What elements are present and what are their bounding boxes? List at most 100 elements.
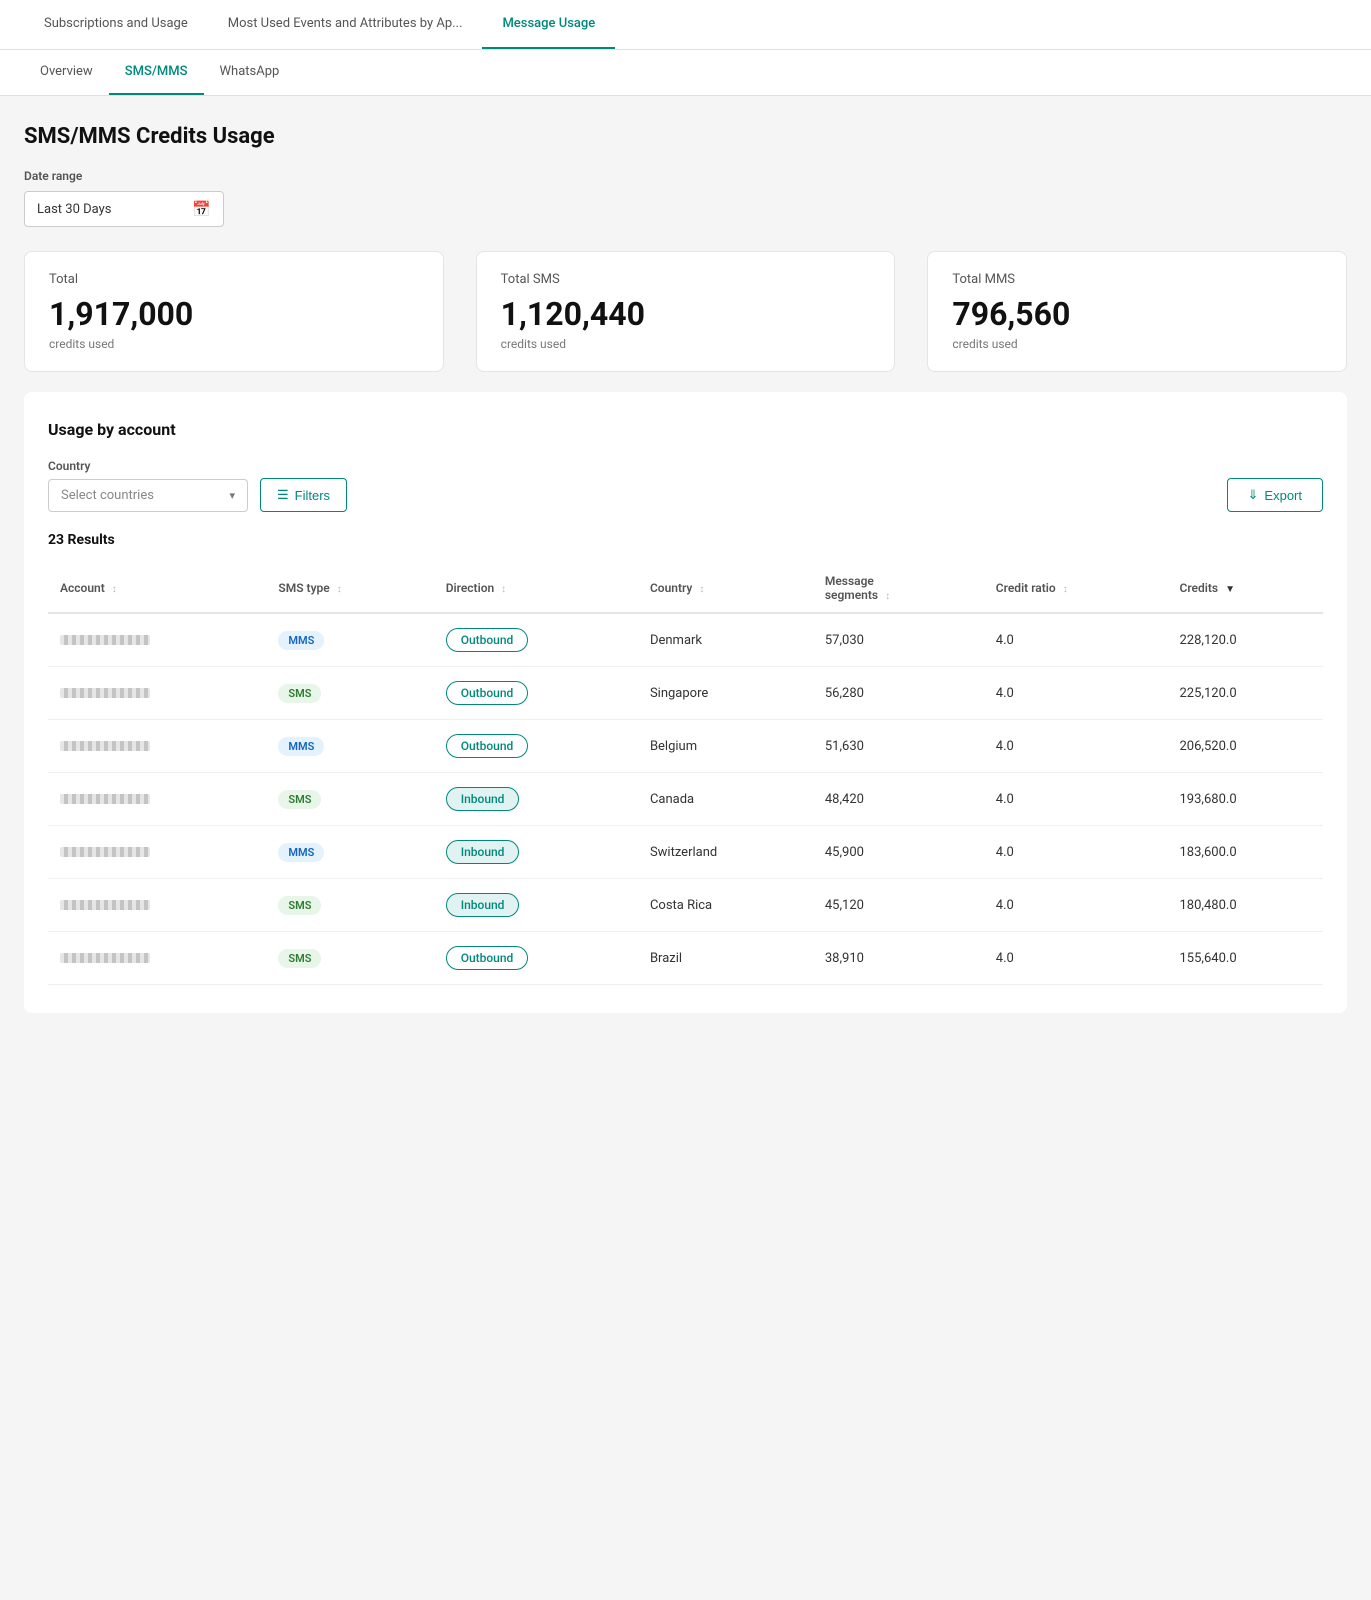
filter-icon: ☰ [277,487,289,503]
cell-segments: 57,030 [813,613,984,667]
direction-badge: Inbound [446,840,520,864]
stat-mms-sub: credits used [952,337,1322,351]
table-row: SMSInboundCosta Rica45,1204.0180,480.0 [48,879,1323,932]
cell-segments: 56,280 [813,667,984,720]
subtab-smsmms[interactable]: SMS/MMS [109,50,204,95]
cell-country: Switzerland [638,826,813,879]
table-row: MMSOutboundBelgium51,6304.0206,520.0 [48,720,1323,773]
cell-credits: 228,120.0 [1168,613,1324,667]
country-select-placeholder: Select countries [61,488,154,503]
direction-badge: Outbound [446,628,529,652]
cell-credits: 183,600.0 [1168,826,1324,879]
table-section: Usage by account Country Select countrie… [24,392,1347,1013]
cell-country: Singapore [638,667,813,720]
cell-segments: 45,120 [813,879,984,932]
table-row: MMSOutboundDenmark57,0304.0228,120.0 [48,613,1323,667]
cell-smstype: MMS [266,720,433,773]
sort-icon-smstype: ↕ [337,584,342,595]
country-select-wrapper: Country Select countries ▾ [48,459,248,512]
cell-creditratio: 4.0 [984,720,1168,773]
cell-credits: 155,640.0 [1168,932,1324,985]
cell-direction: Inbound [434,879,638,932]
top-tab-bar: Subscriptions and Usage Most Used Events… [0,0,1371,50]
page-title: SMS/MMS Credits Usage [24,124,1347,149]
cell-direction: Outbound [434,613,638,667]
date-range-section: Date range Last 30 Days 📅 [24,169,1347,227]
stat-sms-sub: credits used [501,337,871,351]
chevron-down-icon: ▾ [229,489,235,502]
tab-events[interactable]: Most Used Events and Attributes by Ap... [208,0,483,49]
cell-direction: Inbound [434,773,638,826]
smstype-badge: SMS [278,949,321,968]
usage-table: Account ↕ SMS type ↕ Direction ↕ Country… [48,564,1323,985]
cell-segments: 38,910 [813,932,984,985]
smstype-badge: MMS [278,631,324,650]
country-select-dropdown[interactable]: Select countries ▾ [48,479,248,512]
cell-account [48,932,266,985]
cell-credits: 225,120.0 [1168,667,1324,720]
cell-account [48,879,266,932]
account-value [60,635,150,645]
cell-smstype: SMS [266,667,433,720]
col-country[interactable]: Country ↕ [638,564,813,613]
tab-subscriptions[interactable]: Subscriptions and Usage [24,0,208,49]
cell-creditratio: 4.0 [984,932,1168,985]
cell-creditratio: 4.0 [984,773,1168,826]
stat-total-sub: credits used [49,337,419,351]
cell-creditratio: 4.0 [984,826,1168,879]
cell-account [48,667,266,720]
cell-account [48,826,266,879]
stat-sms-value: 1,120,440 [501,295,871,333]
col-account[interactable]: Account ↕ [48,564,266,613]
cell-direction: Outbound [434,720,638,773]
date-range-picker[interactable]: Last 30 Days 📅 [24,191,224,227]
cell-country: Costa Rica [638,879,813,932]
export-button[interactable]: ⇓ Export [1227,478,1323,512]
sort-icon-country: ↕ [699,584,704,595]
sort-icon-direction: ↕ [501,584,506,595]
col-credits[interactable]: Credits ▼ [1168,564,1324,613]
col-creditratio[interactable]: Credit ratio ↕ [984,564,1168,613]
download-icon: ⇓ [1248,487,1259,503]
cell-country: Canada [638,773,813,826]
filters-button[interactable]: ☰ Filters [260,478,347,512]
cell-smstype: MMS [266,613,433,667]
sort-icon-creditratio: ↕ [1063,584,1068,595]
cell-country: Brazil [638,932,813,985]
stat-total-value: 1,917,000 [49,295,419,333]
cell-smstype: MMS [266,826,433,879]
smstype-badge: SMS [278,896,321,915]
account-value [60,900,150,910]
smstype-badge: MMS [278,737,324,756]
table-row: MMSInboundSwitzerland45,9004.0183,600.0 [48,826,1323,879]
cell-credits: 206,520.0 [1168,720,1324,773]
stat-mms-label: Total MMS [952,272,1322,287]
country-field-label: Country [48,459,248,473]
cell-credits: 180,480.0 [1168,879,1324,932]
page-content: SMS/MMS Credits Usage Date range Last 30… [0,96,1371,1041]
cell-creditratio: 4.0 [984,613,1168,667]
direction-badge: Outbound [446,734,529,758]
col-direction[interactable]: Direction ↕ [434,564,638,613]
subtab-overview[interactable]: Overview [24,50,109,95]
filters-row: Country Select countries ▾ ☰ Filters ⇓ E… [48,459,1323,512]
col-smstype[interactable]: SMS type ↕ [266,564,433,613]
stat-card-mms: Total MMS 796,560 credits used [927,251,1347,372]
stat-mms-value: 796,560 [952,295,1322,333]
cell-smstype: SMS [266,879,433,932]
cell-direction: Outbound [434,667,638,720]
col-segments[interactable]: Messagesegments ↕ [813,564,984,613]
account-value [60,794,150,804]
cell-direction: Outbound [434,932,638,985]
sort-icon-account: ↕ [112,584,117,595]
direction-badge: Inbound [446,787,520,811]
calendar-icon: 📅 [192,200,211,218]
date-range-value: Last 30 Days [37,202,111,217]
table-row: SMSInboundCanada48,4204.0193,680.0 [48,773,1323,826]
stats-section: Total 1,917,000 credits used Total SMS 1… [24,251,1347,372]
subtab-whatsapp[interactable]: WhatsApp [204,50,296,95]
sort-icon-segments: ↕ [885,591,890,602]
table-section-title: Usage by account [48,420,1323,439]
tab-message-usage[interactable]: Message Usage [482,0,615,49]
cell-account [48,613,266,667]
